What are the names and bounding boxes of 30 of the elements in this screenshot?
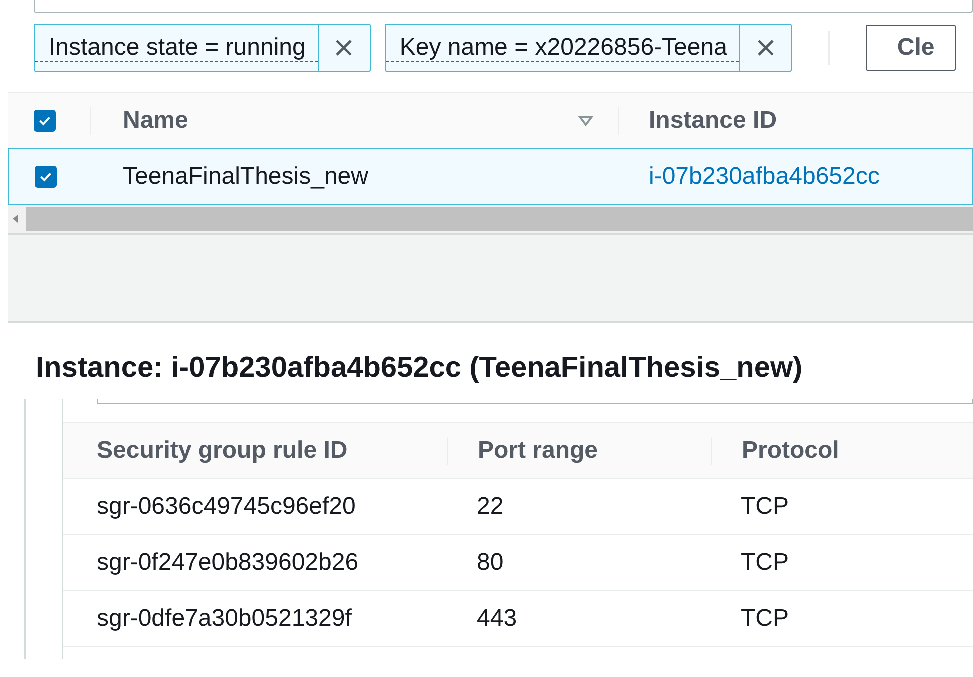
filter-field[interactable] [97, 399, 973, 404]
table-cell: TeenaFinalThesis_new [123, 162, 368, 190]
close-icon [756, 38, 776, 58]
close-icon [334, 38, 354, 58]
table-cell-text: TCP [740, 604, 789, 632]
checkbox[interactable] [34, 110, 56, 132]
horizontal-scrollbar[interactable] [8, 205, 973, 235]
filter-label[interactable]: Key name = x20226856-Teena [386, 34, 740, 62]
instance-id-link[interactable]: i-07b230afba4b652cc [649, 162, 880, 190]
column-header: Protocol [711, 436, 840, 464]
column-header[interactable]: Name [123, 106, 578, 134]
column-header: Instance ID [649, 106, 778, 134]
table-cell-text: sgr-0dfe7a30b0521329f [96, 604, 353, 632]
filter-label[interactable]: Instance state = running [35, 34, 318, 62]
table-row[interactable]: TeenaFinalThesis_new i-07b230afba4b652cc [8, 148, 973, 205]
table-cell-text: 80 [476, 548, 505, 576]
details-title: Instance: i-07b230afba4b652cc (TeenaFinalThesis_new) [36, 351, 804, 385]
column-header: Security group rule ID [96, 436, 349, 464]
table-cell-text: TCP [740, 492, 789, 520]
table-cell-text: 443 [476, 604, 518, 632]
table-cell-text: sgr-0f247e0b839602b26 [96, 548, 360, 576]
column-header: Port range [447, 436, 711, 464]
checkbox[interactable] [35, 166, 57, 188]
search-box[interactable] [34, 0, 973, 13]
table-cell-text: sgr-0636c49745c96ef20 [96, 492, 357, 520]
clear-filters-button[interactable]: Cle [866, 25, 956, 71]
scroll-left-icon[interactable] [12, 214, 20, 224]
sort-icon[interactable] [578, 114, 594, 126]
table-cell-text: 22 [476, 492, 505, 520]
table-cell-text: TCP [740, 548, 789, 576]
